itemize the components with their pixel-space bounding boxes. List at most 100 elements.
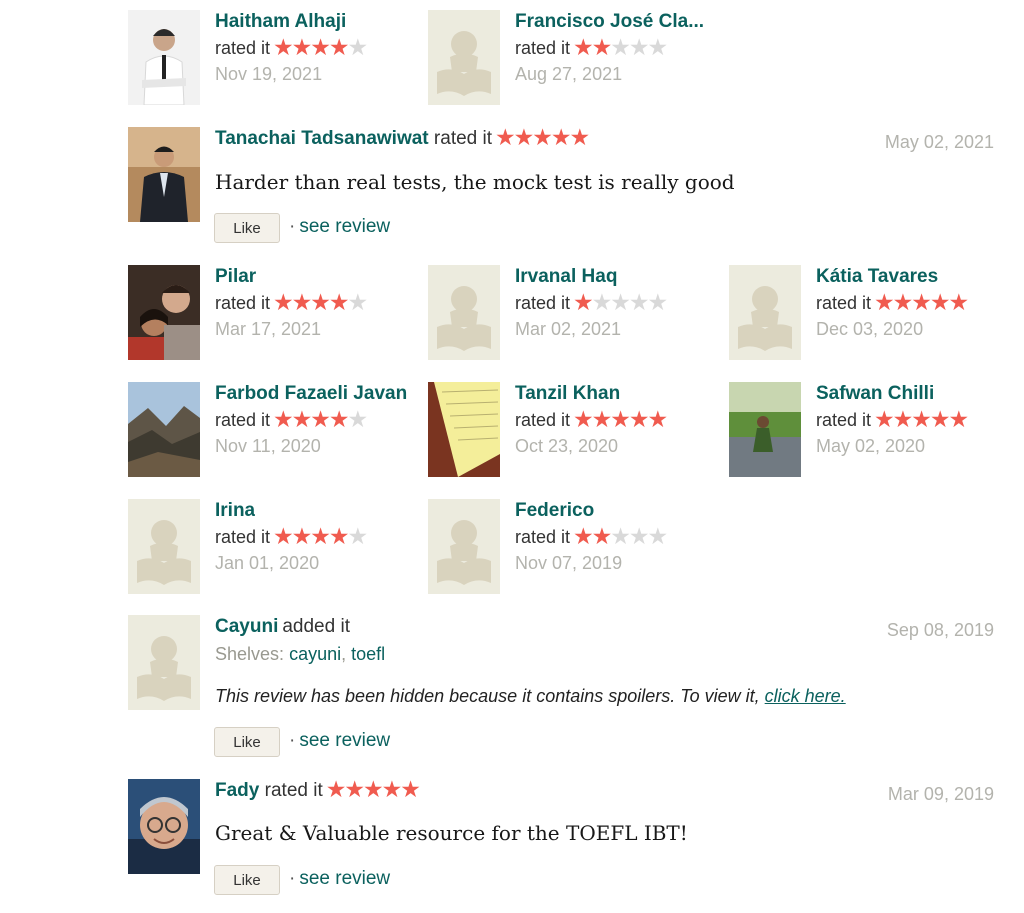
like-button[interactable]: Like xyxy=(214,213,280,243)
star-filled-icon: ★ xyxy=(647,406,669,432)
star-filled-icon: ★ xyxy=(929,406,951,432)
see-review-line: · see review xyxy=(289,866,390,892)
user-name-link[interactable]: Haitham Alhaji xyxy=(215,10,346,34)
rating-date[interactable]: Mar 02, 2021 xyxy=(515,317,621,341)
separator-dot: · xyxy=(289,868,296,889)
star-filled-icon: ★ xyxy=(911,289,932,315)
rating-line: rated it ★★★★★ xyxy=(515,289,669,315)
see-review-link[interactable]: see review xyxy=(299,730,390,751)
rating-date[interactable]: Oct 23, 2020 xyxy=(515,434,618,458)
star-rating: ★★★★★ xyxy=(573,406,669,432)
avatar[interactable] xyxy=(128,499,200,594)
star-rating: ★★★★★ xyxy=(874,406,969,432)
user-name-link[interactable]: Irvanal Haq xyxy=(515,265,617,289)
avatar[interactable] xyxy=(729,382,801,477)
review-date[interactable]: Sep 08, 2019 xyxy=(887,618,994,642)
see-review-line: · see review xyxy=(289,214,390,240)
star-rating: ★★★★★ xyxy=(273,523,369,549)
star-filled-icon: ★ xyxy=(573,289,594,315)
user-name-link[interactable]: Tanzil Khan xyxy=(515,382,620,406)
star-filled-icon: ★ xyxy=(291,406,313,432)
spoiler-text: This review has been hidden because it c… xyxy=(215,686,760,706)
star-empty-icon: ★ xyxy=(347,34,369,60)
rated-it-label: rated it xyxy=(215,38,271,58)
shelf-link[interactable]: toefl xyxy=(351,644,385,664)
profile-photo xyxy=(128,265,200,360)
star-rating: ★★★★★ xyxy=(273,406,368,432)
star-filled-icon: ★ xyxy=(362,776,384,802)
shelf-link[interactable]: cayuni xyxy=(289,644,341,664)
user-name-link[interactable]: Fady xyxy=(215,780,259,801)
user-name-link[interactable]: Tanachai Tadsanawiwat xyxy=(215,128,429,149)
star-filled-icon: ★ xyxy=(892,406,914,432)
avatar[interactable] xyxy=(428,10,500,105)
star-filled-icon: ★ xyxy=(328,523,350,549)
avatar[interactable] xyxy=(128,615,200,710)
avatar[interactable] xyxy=(428,382,500,477)
user-name-link[interactable]: Francisco José Cla... xyxy=(515,10,704,34)
review-date[interactable]: Mar 09, 2019 xyxy=(888,782,994,806)
rated-it-label: rated it xyxy=(215,293,271,313)
review-header: Tanachai Tadsanawiwat rated it ★★★★★ xyxy=(215,126,590,152)
star-rating: ★★★★★ xyxy=(273,34,369,60)
rated-it-label: rated it xyxy=(515,410,571,430)
review-text: Great & Valuable resource for the TOEFL … xyxy=(215,821,688,845)
rating-line: rated it ★★★★★ xyxy=(215,34,369,60)
star-filled-icon: ★ xyxy=(628,406,650,432)
see-review-link[interactable]: see review xyxy=(299,868,390,889)
shelves-line: Shelves: cayuni, toefl xyxy=(215,642,385,666)
avatar[interactable] xyxy=(128,127,200,222)
rated-it-label: rated it xyxy=(264,780,323,801)
review-date[interactable]: May 02, 2021 xyxy=(885,130,994,154)
star-empty-icon: ★ xyxy=(647,34,669,60)
profile-photo xyxy=(128,10,200,105)
avatar[interactable] xyxy=(128,779,200,874)
star-empty-icon: ★ xyxy=(347,523,369,549)
star-empty-icon: ★ xyxy=(628,34,650,60)
rating-line: rated it ★★★★★ xyxy=(515,34,669,60)
user-name-link[interactable]: Farbod Fazaeli Javan xyxy=(215,382,407,406)
avatar[interactable] xyxy=(729,265,801,360)
placeholder-avatar-icon xyxy=(729,265,801,360)
star-empty-icon: ★ xyxy=(628,289,650,315)
placeholder-avatar-icon xyxy=(428,10,500,105)
shelf-separator: , xyxy=(341,644,352,664)
see-review-link[interactable]: see review xyxy=(299,216,390,237)
profile-photo xyxy=(128,382,200,477)
star-filled-icon: ★ xyxy=(344,776,365,802)
star-filled-icon: ★ xyxy=(328,289,350,315)
user-name-link[interactable]: Pilar xyxy=(215,265,256,289)
rating-date[interactable]: Dec 03, 2020 xyxy=(816,317,923,341)
rating-date[interactable]: Aug 27, 2021 xyxy=(515,62,622,86)
rating-date[interactable]: Nov 07, 2019 xyxy=(515,551,622,575)
rating-date[interactable]: May 02, 2020 xyxy=(816,434,925,458)
click-here-link[interactable]: click here. xyxy=(765,686,846,706)
star-empty-icon: ★ xyxy=(647,289,669,315)
avatar[interactable] xyxy=(428,265,500,360)
star-filled-icon: ★ xyxy=(273,523,294,549)
rating-date[interactable]: Jan 01, 2020 xyxy=(215,551,319,575)
avatar[interactable] xyxy=(128,10,200,105)
user-name-link[interactable]: Kátia Tavares xyxy=(816,265,938,289)
rating-date[interactable]: Nov 11, 2020 xyxy=(215,434,321,458)
star-filled-icon: ★ xyxy=(591,34,613,60)
avatar[interactable] xyxy=(128,382,200,477)
star-rating: ★★★★★ xyxy=(874,289,970,315)
user-name-link[interactable]: Safwan Chilli xyxy=(816,382,934,406)
avatar[interactable] xyxy=(128,265,200,360)
like-button[interactable]: Like xyxy=(214,727,280,757)
like-button[interactable]: Like xyxy=(214,865,280,895)
rated-it-label: rated it xyxy=(816,410,872,430)
star-rating: ★★★★★ xyxy=(326,776,421,802)
rating-date[interactable]: Nov 19, 2021 xyxy=(215,62,322,86)
avatar[interactable] xyxy=(428,499,500,594)
placeholder-avatar-icon xyxy=(128,499,200,594)
rating-date[interactable]: Mar 17, 2021 xyxy=(215,317,321,341)
star-filled-icon: ★ xyxy=(911,406,932,432)
star-filled-icon: ★ xyxy=(291,523,313,549)
star-filled-icon: ★ xyxy=(573,34,594,60)
user-name-link[interactable]: Irina xyxy=(215,499,255,523)
user-name-link[interactable]: Cayuni xyxy=(215,616,278,637)
user-name-link[interactable]: Federico xyxy=(515,499,594,523)
star-filled-icon: ★ xyxy=(948,289,970,315)
